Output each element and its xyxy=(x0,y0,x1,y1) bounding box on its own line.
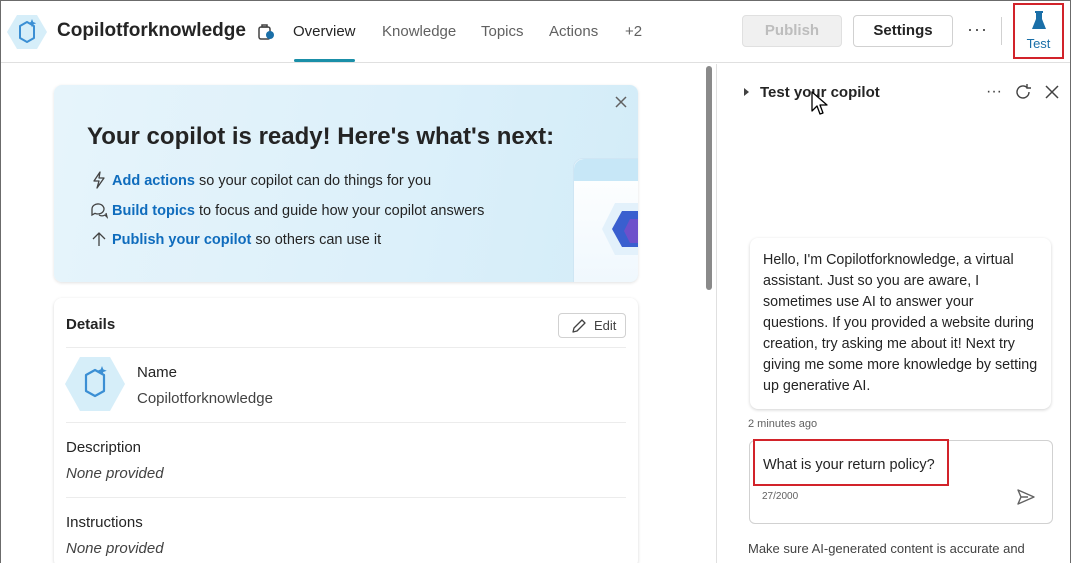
pencil-icon xyxy=(572,319,586,333)
test-copilot-panel: Test your copilot ··· Hello, I'm Copilot… xyxy=(717,64,1070,563)
send-icon[interactable] xyxy=(1016,488,1036,506)
name-label: Name xyxy=(137,364,178,381)
copilot-logo-icon xyxy=(7,15,47,49)
lightning-icon xyxy=(93,171,105,189)
test-button-label: Test xyxy=(1026,36,1051,51)
hero-item-publish: Publish your copilot so others can use i… xyxy=(90,230,381,248)
flask-icon xyxy=(1032,11,1046,29)
details-title: Details xyxy=(66,316,116,333)
active-tab-indicator xyxy=(294,59,355,62)
publish-copilot-link[interactable]: Publish your copilot xyxy=(112,232,251,248)
hero-item-build-topics: Build topics to focus and guide how your… xyxy=(90,201,484,219)
panel-more-button[interactable]: ··· xyxy=(986,83,1002,101)
publish-button[interactable]: Publish xyxy=(742,15,842,47)
tab-knowledge[interactable]: Knowledge xyxy=(382,23,456,40)
name-value: Copilotforknowledge xyxy=(137,390,273,407)
description-value: None provided xyxy=(66,465,164,482)
app-title: Copilotforknowledge xyxy=(57,20,246,41)
details-card: Details Edit Name Copilotforknowledge De… xyxy=(54,298,638,563)
arrow-up-icon xyxy=(92,232,106,246)
hero-item-text: to focus and guide how your copilot answ… xyxy=(194,203,485,219)
character-count: 27/2000 xyxy=(762,491,799,502)
tab-actions[interactable]: Actions xyxy=(549,23,598,40)
overview-content: Your copilot is ready! Here's what's nex… xyxy=(1,64,716,563)
add-actions-link[interactable]: Add actions xyxy=(112,173,195,189)
tab-more[interactable]: +2 xyxy=(625,23,642,40)
settings-button[interactable]: Settings xyxy=(853,15,953,47)
message-timestamp: 2 minutes ago xyxy=(748,418,818,430)
ai-disclaimer: Make sure AI-generated content is accura… xyxy=(748,541,1025,556)
tab-overview[interactable]: Overview xyxy=(293,23,356,40)
instructions-label: Instructions xyxy=(66,514,143,531)
more-options-button[interactable]: ··· xyxy=(967,19,988,40)
copilot-hexagon-icon xyxy=(602,203,638,255)
banner-illustration xyxy=(573,158,638,282)
hero-item-text: so your copilot can do things for you xyxy=(194,173,432,189)
build-topics-link[interactable]: Build topics xyxy=(112,203,195,219)
instructions-value: None provided xyxy=(66,540,164,557)
mouse-cursor-icon xyxy=(811,91,828,115)
tab-topics[interactable]: Topics xyxy=(481,23,524,40)
chat-input-box[interactable]: What is your return policy? 27/2000 xyxy=(749,439,1053,524)
refresh-icon[interactable] xyxy=(1014,83,1032,101)
collapse-caret-icon[interactable] xyxy=(742,87,750,97)
edit-label: Edit xyxy=(594,318,617,333)
toolbar-divider xyxy=(1001,17,1002,45)
divider xyxy=(66,497,626,498)
close-icon[interactable] xyxy=(613,94,629,110)
top-bar: Copilotforknowledge Overview Knowledge T… xyxy=(1,1,1070,63)
close-icon[interactable] xyxy=(1044,84,1060,100)
test-button[interactable]: Test xyxy=(1013,3,1064,59)
banner-title: Your copilot is ready! Here's what's nex… xyxy=(87,123,555,150)
description-label: Description xyxy=(66,439,142,456)
getting-started-banner: Your copilot is ready! Here's what's nex… xyxy=(54,85,638,282)
copilot-settings-icon[interactable] xyxy=(257,22,275,42)
divider xyxy=(66,347,626,348)
scrollbar-thumb[interactable] xyxy=(706,66,712,290)
chat-bubbles-icon xyxy=(91,203,108,219)
chat-input[interactable]: What is your return policy? xyxy=(763,457,935,473)
copilot-avatar-icon xyxy=(65,357,125,411)
bot-message: Hello, I'm Copilotforknowledge, a virtua… xyxy=(750,238,1051,409)
hero-item-add-actions: Add actions so your copilot can do thing… xyxy=(90,171,431,189)
hero-item-text: so others can use it xyxy=(251,232,382,248)
divider xyxy=(66,422,626,423)
edit-button[interactable]: Edit xyxy=(558,313,626,338)
